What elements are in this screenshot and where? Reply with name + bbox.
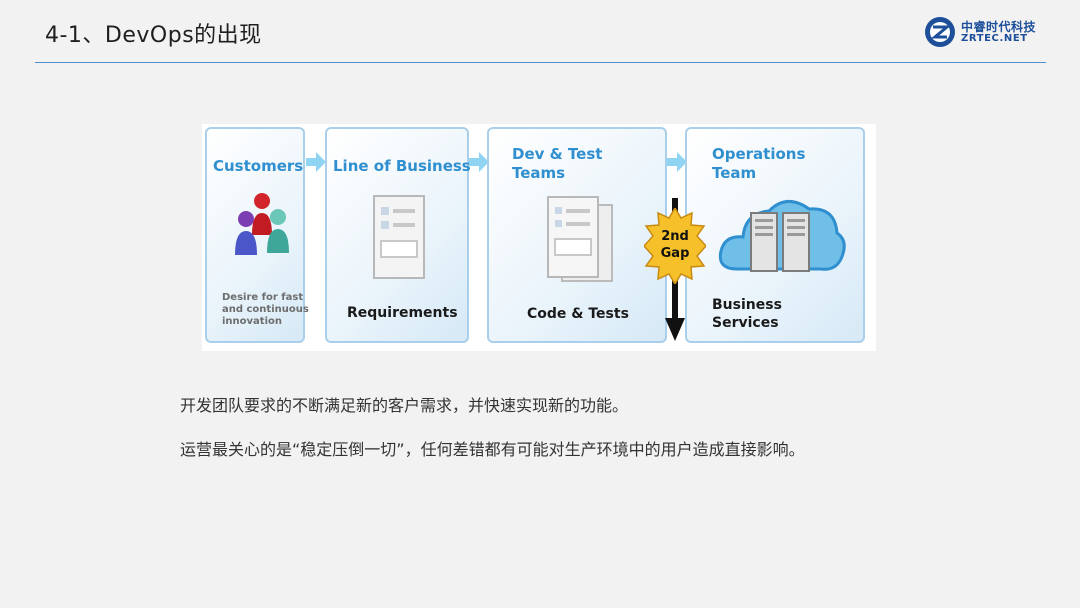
operations-title: Operations Team bbox=[712, 145, 806, 182]
customers-caption: Desire for fast and continuous innovatio… bbox=[222, 292, 309, 327]
cloud-servers-icon bbox=[718, 200, 846, 272]
gap-badge-label: 2nd Gap bbox=[660, 229, 690, 261]
devops-gap-diagram: Customers Desire for fast and continuous… bbox=[202, 124, 876, 351]
company-logo: 中睿时代科技 ZRTEC.NET bbox=[924, 16, 1044, 48]
title-divider bbox=[35, 62, 1046, 63]
dev-test-title: Dev & Test Teams bbox=[512, 145, 603, 182]
operations-panel: Operations Team Business Services bbox=[685, 127, 865, 343]
slide-title: 4-1、DevOps的出现 bbox=[45, 23, 262, 48]
requirements-document-icon bbox=[373, 195, 425, 279]
body-text-line-1: 开发团队要求的不断满足新的客户需求，并快速实现新的功能。 bbox=[180, 396, 629, 415]
customers-people-icon bbox=[235, 193, 289, 255]
customers-panel-title: Customers bbox=[213, 157, 304, 175]
logo-english-name: ZRTEC.NET bbox=[961, 33, 1028, 44]
business-services-label: Business Services bbox=[712, 297, 782, 331]
body-text-line-2: 运营最关心的是“稳定压倒一切”，任何差错都有可能对生产环境中的用户造成直接影响。 bbox=[180, 440, 805, 459]
line-of-business-title: Line of Business bbox=[333, 157, 471, 175]
requirements-label: Requirements bbox=[347, 305, 458, 321]
code-tests-label: Code & Tests bbox=[527, 306, 629, 322]
line-of-business-panel: Line of Business Requirements bbox=[325, 127, 471, 343]
logo-mark-icon bbox=[925, 17, 955, 47]
dev-test-panel: Dev & Test Teams Code & Tests bbox=[487, 127, 667, 343]
code-documents-icon bbox=[547, 196, 613, 282]
customers-panel: Customers Desire for fast and continuous… bbox=[205, 127, 309, 343]
